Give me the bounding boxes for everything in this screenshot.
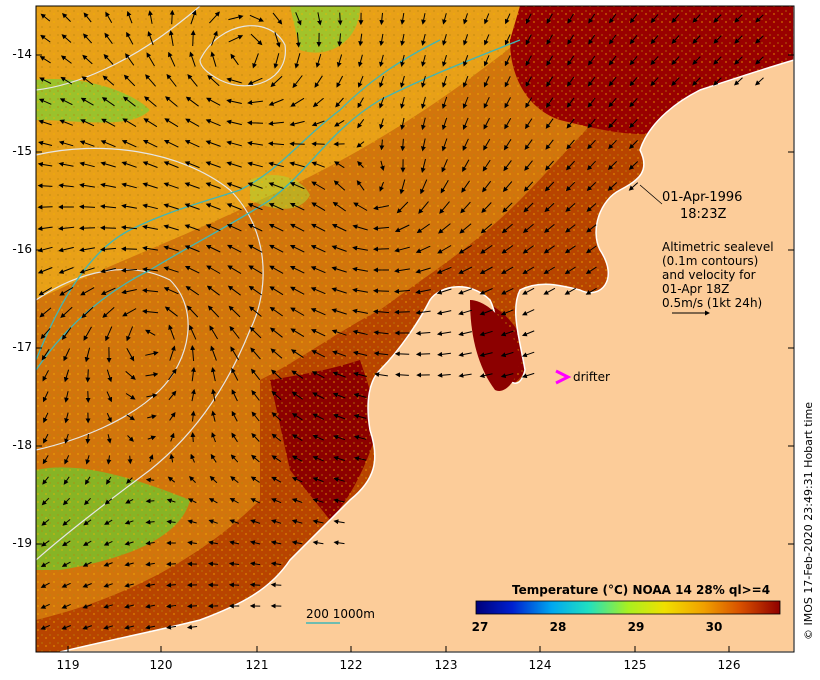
velocity-arrow xyxy=(289,141,305,147)
lat-tick-label: -17 xyxy=(12,340,32,354)
velocity-arrow xyxy=(337,12,343,26)
velocity-arrow xyxy=(270,582,282,588)
lat-tick-label: -14 xyxy=(12,47,32,61)
velocity-arrow xyxy=(415,351,431,357)
lon-tick-label: 121 xyxy=(245,658,269,672)
altimetry-note-line: and velocity for xyxy=(662,268,756,282)
lon-tick-label: 123 xyxy=(434,658,458,672)
velocity-arrow xyxy=(79,225,96,231)
velocity-arrow xyxy=(127,455,133,465)
altimetry-note-line: Altimetric sealevel xyxy=(662,240,774,254)
velocity-arrow xyxy=(85,369,91,383)
velocity-arrow xyxy=(145,477,155,483)
velocity-arrow xyxy=(249,582,261,588)
velocity-arrow xyxy=(187,603,198,609)
image-date: 01-Apr-1996 xyxy=(662,190,743,205)
lat-tick-label: -15 xyxy=(12,144,32,158)
lon-tick-label: 120 xyxy=(149,658,173,672)
altimetry-note-line: 0.5m/s (1kt 24h) xyxy=(662,296,763,310)
drifter-label: drifter xyxy=(573,370,610,384)
sst-map xyxy=(35,5,795,653)
velocity-arrow xyxy=(373,288,390,294)
altimetry-note-line: 01-Apr 18Z xyxy=(662,282,730,296)
velocity-arrow xyxy=(190,432,196,443)
colorbar-gradient xyxy=(475,600,781,615)
depth-legend-label: 200 1000m xyxy=(306,607,375,621)
lon-tick-label: 122 xyxy=(339,658,363,672)
altimetry-note-line: (0.1m contours) xyxy=(662,254,759,268)
lon-tick-label: 124 xyxy=(528,658,552,672)
image-time: 18:23Z xyxy=(680,207,727,222)
colorbar-tick-label: 30 xyxy=(705,620,723,634)
colorbar-tick-label: 27 xyxy=(471,620,489,634)
velocity-arrow xyxy=(247,120,264,126)
velocity-arrow xyxy=(169,9,175,25)
lon-tick-label: 125 xyxy=(623,658,647,672)
colorbar-tick-label: 29 xyxy=(627,620,645,634)
colorbar-title: Temperature (°C) NOAA 14 28% ql>=4 xyxy=(512,583,771,597)
lat-tick-label: -16 xyxy=(12,242,32,256)
colorbar-tick-label: 28 xyxy=(549,620,567,634)
lon-tick-label: 119 xyxy=(56,658,80,672)
lat-tick-label: -18 xyxy=(12,438,32,452)
lat-tick-label: -19 xyxy=(12,536,32,550)
lon-tick-label: 126 xyxy=(717,658,741,672)
velocity-arrow xyxy=(190,30,196,47)
credit-text: © IMOS 17-Feb-2020 23:49:31 Hobart time xyxy=(802,401,815,640)
